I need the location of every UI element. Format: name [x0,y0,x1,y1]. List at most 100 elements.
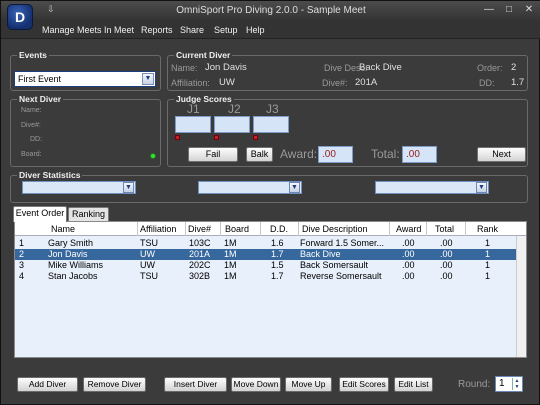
table-row[interactable]: 1 Gary Smith TSU 103C 1M 1.6 Forward 1.5… [15,238,526,249]
col-board[interactable]: Board [225,224,249,234]
dive-num-label: Dive#: [322,78,348,88]
row-name: Mike Williams [48,260,103,270]
row-award: .00 [402,260,415,270]
current-diver-name: Jon Davis [205,62,247,73]
col-award[interactable]: Award [396,224,421,234]
row-description: Reverse Somersault [300,271,382,281]
balk-button[interactable]: Balk [246,147,273,162]
maximize-icon[interactable]: □ [503,4,515,15]
table-row[interactable]: 2 Jon Davis UW 201A 1M 1.7 Back Dive .00… [15,249,526,260]
column-divider [137,222,138,236]
statistics-select-1[interactable]: ▼ [22,181,136,194]
next-button[interactable]: Next [477,147,526,162]
table-row[interactable]: 3 Mike Williams UW 202C 1M 1.5 Back Some… [15,260,526,271]
col-affiliation[interactable]: Affiliation [140,224,176,234]
row-affiliation: UW [140,260,155,270]
round-stepper[interactable]: 1 ▲ ▼ [495,376,523,392]
row-rank: 1 [485,238,491,248]
row-board: 1M [224,260,237,270]
row-description: Back Somersault [300,260,369,270]
judge-1-label: J1 [187,102,200,116]
row-description: Back Dive [300,249,341,259]
row-board: 1M [224,238,237,248]
close-icon[interactable]: ✕ [523,4,535,15]
judge-2-score-input[interactable] [214,116,250,133]
award-field[interactable]: .00 [318,146,353,163]
events-title: Events [17,50,49,60]
current-diver-affiliation: UW [219,77,235,88]
menu-share[interactable]: Share [180,25,204,35]
events-panel: Events First Event ▼ [10,50,161,91]
move-down-button[interactable]: Move Down [231,377,281,392]
judge-2-label: J2 [228,102,241,116]
remove-diver-button[interactable]: Remove Diver [83,377,146,392]
col-dive-num[interactable]: Dive# [188,224,211,234]
table-header: Name Affiliation Dive# Board D.D. Dive D… [15,222,526,236]
menu-help[interactable]: Help [246,25,265,35]
round-value: 1 [499,378,505,389]
chevron-down-icon[interactable]: ▼ [476,182,487,193]
current-dive-num: 201A [355,77,378,88]
add-diver-button[interactable]: Add Diver [17,377,78,392]
chevron-down-icon[interactable]: ▼ [142,73,154,85]
menu-setup[interactable]: Setup [214,25,238,35]
col-dive-description[interactable]: Dive Description [302,224,368,234]
row-affiliation: UW [140,249,155,259]
judge-1-score-input[interactable] [175,116,211,133]
column-divider [185,222,186,236]
statistics-select-2[interactable]: ▼ [198,181,302,194]
row-board: 1M [224,271,237,281]
row-name: Stan Jacobs [48,271,98,281]
row-dd: 1.7 [271,271,284,281]
current-diver-title: Current Diver [174,50,233,60]
fail-button[interactable]: Fail [188,147,238,162]
row-board: 1M [224,249,237,259]
event-select[interactable]: First Event ▼ [14,71,156,87]
row-description: Forward 1.5 Somer... [300,238,385,248]
row-order: 1 [19,238,25,248]
current-dd: 1.7 [511,77,525,88]
col-rank[interactable]: Rank [477,224,498,234]
app-logo-icon: D [7,4,33,30]
chevron-down-icon[interactable]: ▼ [123,182,134,193]
move-up-button[interactable]: Move Up [285,377,332,392]
spinner-icon[interactable]: ▲ ▼ [512,378,521,390]
next-diver-title: Next Diver [17,94,64,104]
col-total[interactable]: Total [435,224,454,234]
judge-scores-panel: Judge Scores J1 J2 J3 Fail Balk Award: .… [167,94,528,167]
affiliation-label: Affiliation: [171,78,210,88]
diver-statistics-title: Diver Statistics [17,170,83,180]
col-dd[interactable]: D.D. [270,224,288,234]
row-order: 3 [19,260,25,270]
table-scrollbar[interactable] [516,236,526,357]
row-award: .00 [402,249,415,259]
total-field[interactable]: .00 [402,146,437,163]
row-dive-num: 302B [189,271,211,281]
minimize-icon[interactable]: — [483,4,495,15]
edit-list-button[interactable]: Edit List [394,377,433,392]
row-total: .00 [440,260,453,270]
table-row[interactable]: 4 Stan Jacobs TSU 302B 1M 1.7 Reverse So… [15,271,526,282]
status-led-icon [150,153,156,159]
menu-in-meet[interactable]: In Meet [104,25,134,35]
row-dive-num: 201A [189,249,211,259]
menu-manage-meets[interactable]: Manage Meets [42,25,102,35]
app-window: ⇩ OmniSport Pro Diving 2.0.0 - Sample Me… [0,0,540,405]
menu-reports[interactable]: Reports [141,25,173,35]
dive-order-table: Name Affiliation Dive# Board D.D. Dive D… [14,221,527,358]
judge-2-marker-icon [214,135,219,140]
row-rank: 1 [485,260,491,270]
tab-ranking[interactable]: Ranking [68,207,109,222]
judge-3-score-input[interactable] [253,116,289,133]
edit-scores-button[interactable]: Edit Scores [339,377,389,392]
col-name[interactable]: Name [51,224,75,234]
chevron-down-icon[interactable]: ▼ [289,182,300,193]
insert-diver-button[interactable]: Insert Diver [164,377,227,392]
tab-event-order[interactable]: Event Order [13,206,67,222]
row-dive-num: 103C [189,238,211,248]
statistics-select-3[interactable]: ▼ [375,181,489,194]
spin-down-icon[interactable]: ▼ [513,384,521,390]
row-affiliation: TSU [140,238,158,248]
row-dd: 1.7 [271,249,284,259]
judge-scores-title: Judge Scores [174,94,234,104]
